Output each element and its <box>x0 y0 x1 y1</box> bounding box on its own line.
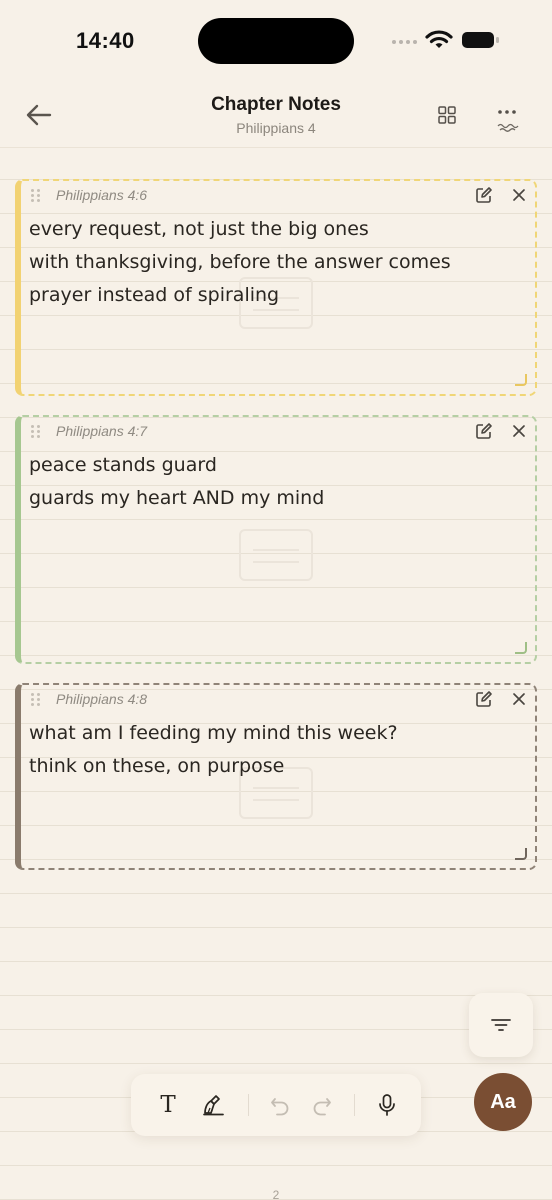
note-watermark-icon <box>239 529 313 581</box>
grid-icon <box>438 106 456 124</box>
note-line: peace stands guard <box>29 454 217 476</box>
close-icon[interactable] <box>510 186 528 204</box>
note-body[interactable]: peace stands guard guards my heart AND m… <box>29 449 515 515</box>
edit-icon[interactable] <box>475 186 493 204</box>
undo-icon <box>271 1098 289 1116</box>
close-icon[interactable] <box>510 690 528 708</box>
note-body[interactable]: what am I feeding my mind this week? thi… <box>29 717 515 783</box>
note-line: with thanksgiving, before the answer com… <box>29 251 451 273</box>
filter-icon <box>491 1019 511 1031</box>
page-subtitle: Philippians 4 <box>236 120 316 136</box>
status-time: 14:40 <box>76 28 135 53</box>
note-line: think on these, on purpose <box>29 755 285 777</box>
note-line: every request, not just the big ones <box>29 218 369 240</box>
microphone-button[interactable] <box>372 1090 402 1120</box>
filter-button[interactable] <box>469 993 533 1057</box>
note-line: guards my heart AND my mind <box>29 487 325 509</box>
toolbar-divider <box>354 1094 355 1116</box>
resize-handle-icon[interactable] <box>515 848 527 860</box>
text-style-button[interactable]: Aa <box>474 1073 532 1131</box>
note-line: prayer instead of spiraling <box>29 284 280 306</box>
note-card-philippians-4-8[interactable]: Philippians 4:8 what am I feeding my min… <box>15 683 537 870</box>
note-body[interactable]: every request, not just the big ones wit… <box>29 213 515 312</box>
redo-icon <box>313 1098 331 1116</box>
app-header: Chapter Notes Philippians 4 <box>0 80 552 148</box>
drag-handle-icon[interactable] <box>31 189 41 203</box>
note-card-philippians-4-7[interactable]: Philippians 4:7 peace stands guard guard… <box>15 415 537 664</box>
eraser-button[interactable] <box>199 1090 229 1120</box>
text-tool-button[interactable]: T <box>153 1090 183 1120</box>
edit-icon[interactable] <box>475 422 493 440</box>
dynamic-island <box>198 18 354 64</box>
toolbar-divider <box>248 1094 249 1116</box>
close-icon[interactable] <box>510 422 528 440</box>
resize-handle-icon[interactable] <box>515 374 527 386</box>
note-reference: Philippians 4:6 <box>56 187 148 203</box>
grid-view-button[interactable] <box>434 102 460 128</box>
undo-button[interactable] <box>265 1090 295 1120</box>
page-number: 2 <box>272 1188 280 1200</box>
note-reference: Philippians 4:7 <box>56 423 148 439</box>
resize-handle-icon[interactable] <box>515 642 527 654</box>
note-reference: Philippians 4:8 <box>56 691 148 707</box>
status-bar: 14:40 <box>0 0 552 80</box>
microphone-icon <box>379 1094 395 1116</box>
more-dots-icon <box>497 110 519 132</box>
battery-icon <box>462 32 499 48</box>
editing-toolbar: T <box>131 1074 421 1136</box>
drag-handle-icon[interactable] <box>31 425 41 439</box>
page-title: Chapter Notes <box>211 94 341 115</box>
brush-icon <box>203 1095 224 1116</box>
cellular-signal-icon <box>392 40 417 44</box>
wifi-icon <box>425 30 453 48</box>
note-line: what am I feeding my mind this week? <box>29 722 398 744</box>
edit-icon[interactable] <box>475 690 493 708</box>
drag-handle-icon[interactable] <box>31 693 41 707</box>
more-options-button[interactable] <box>492 102 522 136</box>
redo-button[interactable] <box>307 1090 337 1120</box>
note-card-philippians-4-6[interactable]: Philippians 4:6 every request, not just … <box>15 179 537 396</box>
